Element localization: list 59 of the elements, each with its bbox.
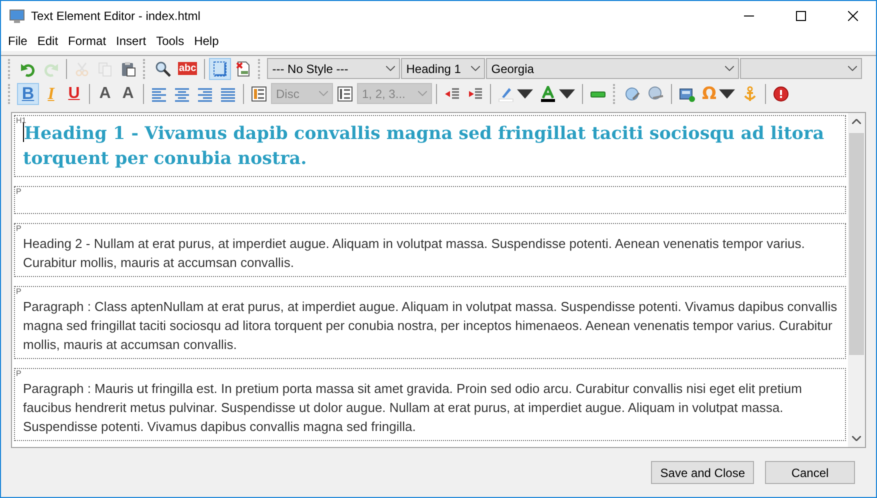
block-tag: P: [16, 287, 22, 296]
cancel-button[interactable]: Cancel: [765, 461, 855, 484]
dropdown[interactable]: --- No Style ---: [267, 58, 400, 79]
menu-item[interactable]: File: [3, 34, 32, 48]
block-tag: P: [16, 187, 22, 196]
align-center-icon: [174, 86, 190, 102]
clipboard-icon: [120, 60, 136, 76]
image-icon: [679, 86, 695, 102]
anchor-icon: [742, 86, 758, 102]
link-icon: [625, 86, 641, 102]
magnifier-icon: [155, 60, 171, 76]
window-title: Text Element Editor - index.html: [31, 9, 202, 23]
menu-item[interactable]: Tools: [151, 34, 190, 48]
blocks-icon: [212, 60, 228, 76]
blocks-button[interactable]: [209, 58, 232, 80]
css-file-icon: [235, 60, 252, 76]
chevron-down-icon: [848, 66, 858, 71]
numbered-list-icon: [337, 86, 353, 102]
maximize-icon: [796, 11, 806, 21]
menu-item[interactable]: Edit: [32, 34, 64, 48]
dropdown[interactable]: Heading 1: [401, 58, 486, 79]
close-icon: [848, 11, 858, 21]
chevron-down-icon: [725, 66, 734, 71]
paragraph-text: Heading 2 - Nullam at erat purus, at imperdiet augue. Aliquam in volutpat massa. Suspendisse potenti. Aenean venenatis tempor varius. Curabitur mollis, mauris at accumsan convallis.: [23, 235, 806, 272]
align-left-icon: [151, 86, 167, 102]
block-tag: P: [16, 369, 22, 378]
app-icon: [9, 8, 25, 24]
help-icon: [773, 86, 790, 102]
dropdown[interactable]: Georgia: [486, 58, 740, 79]
heading-text: Heading 1 - Vivamus dapib convallis magna sed fringillat taciti sociosqu ad litora torquent per conubia nostra.: [23, 122, 826, 171]
spellcheck-button[interactable]: abc: [175, 58, 200, 80]
align-right-icon: [197, 86, 213, 102]
scissors-icon: [74, 60, 90, 76]
menu-item[interactable]: Help: [189, 34, 224, 48]
scroll-down-icon[interactable]: [852, 436, 861, 441]
menu-item[interactable]: Format: [63, 34, 112, 48]
indent-icon: [467, 86, 483, 102]
font-color-icon: [540, 86, 556, 102]
paragraph-text: Paragraph : Mauris ut fringilla est. In pretium porta massa sit amet gravida. Proin sed odio arcu. Curabitur convallis nisi eget elit pretium faucibus hendrerit metus pulvinar. Suspendisse ut dolor augue. Nullam at erat purus, at imperdiet augue. Aliquam in volutpat massa. Suspendisse potenti. Vivamus dapibus convallis magna sed fringilla.: [23, 380, 803, 436]
chevron-down-icon: [471, 66, 480, 71]
justify-icon: [220, 86, 236, 102]
chevron-down-icon: [418, 91, 427, 96]
chevron-down-icon: [319, 91, 328, 96]
superscript-button[interactable]: A: [117, 82, 139, 104]
block-tag: H1: [16, 116, 26, 125]
block-tag: P: [16, 224, 22, 233]
scrollbar[interactable]: [848, 113, 865, 447]
editor-area[interactable]: [11, 112, 866, 448]
paragraph-text: Paragraph : Class aptenNullam at erat purus, at imperdiet augue. Aliquam in volutpat massa. Suspendisse potenti. Vivamus dapibus convallis magna sed fringillat taciti sociosqu ad litora torquent per conubia nostra, per inceptos himenaeos. Aenean venenatis tempor varius. Curabitur mollis, mauris at accumsan convallis.: [23, 298, 838, 354]
scroll-up-icon[interactable]: [852, 119, 861, 124]
underline-button[interactable]: U: [63, 82, 85, 104]
unlink-icon: [648, 86, 664, 102]
save-button[interactable]: Save and Close: [651, 461, 754, 484]
chevron-down-icon: [386, 66, 396, 71]
bullet-list-icon: [251, 86, 267, 102]
outdent-icon: [444, 86, 460, 102]
menu-item[interactable]: Insert: [111, 34, 152, 48]
pen-icon: [498, 86, 514, 102]
subscript-button[interactable]: A: [94, 82, 116, 104]
